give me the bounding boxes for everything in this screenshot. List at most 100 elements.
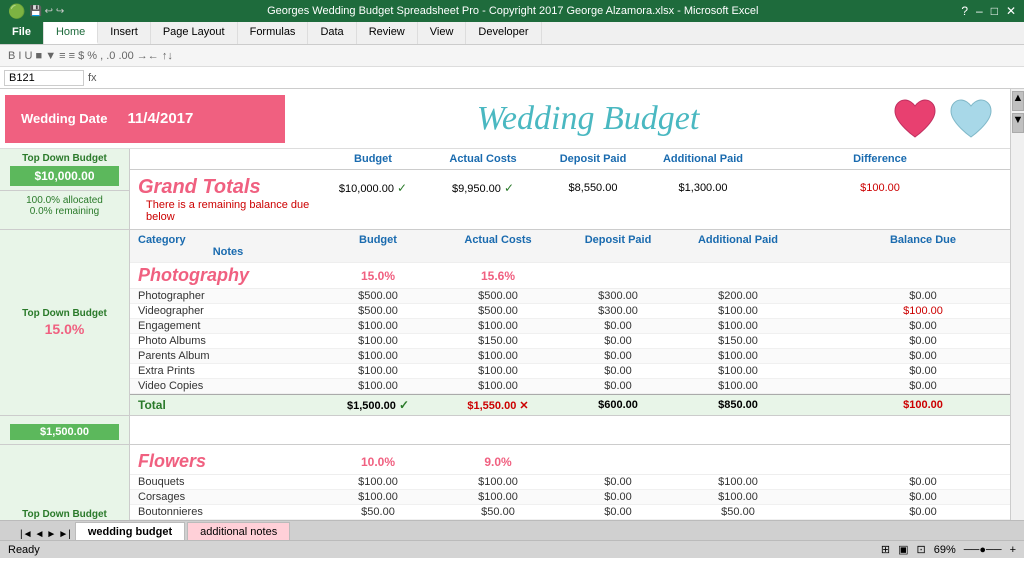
sheet-first[interactable]: |◄ [20, 529, 33, 540]
title-bar-controls: ? – □ ✕ [961, 4, 1016, 18]
tab-review[interactable]: Review [357, 22, 418, 44]
cell-reference-input[interactable] [4, 70, 84, 86]
table-row: Engagement $100.00 $100.00 $0.00 $100.00… [130, 319, 1010, 334]
gt-note: There is a remaining balance due below [138, 199, 318, 223]
photo-sidebar-pct: 15.0% [45, 321, 85, 337]
photo-col-actual: Actual Costs [438, 234, 558, 246]
tab-file[interactable]: File [0, 22, 44, 44]
sheet-next[interactable]: ► [46, 529, 56, 540]
close-button[interactable]: ✕ [1006, 4, 1016, 18]
photo-cat-pct: 15.0% [318, 269, 438, 283]
flowers-header: Top Down Budget 10.0% Flowers 10.0% 9.0%… [0, 445, 1010, 520]
col-header-actual: Actual Costs [428, 153, 538, 165]
photo-budget-bar: $1,500.00 [0, 415, 1010, 444]
zoom-level: 69% [934, 544, 956, 556]
table-row: Extra Prints $100.00 $100.00 $0.00 $100.… [130, 364, 1010, 379]
status-bar: Ready ⊞ ▣ ⊡ 69% ──●── + [0, 540, 1024, 558]
photo-col-notes: Notes [138, 246, 318, 258]
flowers-main: Flowers 10.0% 9.0% Bouquets $100.00 $100… [130, 445, 1010, 520]
top-down-budget-label-1: Top Down Budget [22, 153, 107, 164]
title-bar: 🟢 💾 ↩ ↪ Georges Wedding Budget Spreadshe… [0, 0, 1024, 22]
gt-deposit-val: $8,550.00 [538, 182, 648, 194]
scroll-down[interactable]: ▼ [1012, 113, 1024, 133]
help-icon[interactable]: ? [961, 4, 968, 18]
ribbon-tabs: File Home Insert Page Layout Formulas Da… [0, 22, 1024, 44]
photo-header: Top Down Budget 15.0% Category Budget Ac… [0, 230, 1010, 415]
page-layout-icon[interactable]: ⊞ [881, 543, 890, 556]
scroll-up[interactable]: ▲ [1012, 91, 1024, 111]
grand-totals-label: Grand Totals [138, 176, 318, 199]
tab-insert[interactable]: Insert [98, 22, 151, 44]
sheet-tab-wedding-budget[interactable]: wedding budget [75, 522, 185, 540]
gt-budget-value: $10,000.00 [10, 166, 119, 186]
tab-home[interactable]: Home [44, 22, 98, 44]
gt-col-headers: Budget Actual Costs Deposit Paid Additio… [130, 149, 1010, 170]
photo-main: Category Budget Actual Costs Deposit Pai… [130, 230, 1010, 415]
flowers-cat-actual-pct: 9.0% [438, 455, 558, 469]
tab-formulas[interactable]: Formulas [238, 22, 309, 44]
formula-icon: fx [88, 72, 97, 84]
quick-access-icons: 💾 ↩ ↪ [29, 6, 64, 17]
status-text: Ready [8, 544, 40, 556]
allocation-text: 100.0% allocated [26, 195, 103, 206]
flowers-top-down-label: Top Down Budget [22, 509, 107, 520]
formula-bar: fx [0, 67, 1024, 89]
wedding-date-label: Wedding Date [21, 111, 107, 126]
wb-hearts [891, 95, 995, 143]
heart-icon-light [947, 95, 995, 143]
photo-col-budget: Budget [318, 234, 438, 246]
table-row: Parents Album $100.00 $100.00 $0.00 $100… [130, 349, 1010, 364]
minimize-button[interactable]: – [976, 4, 983, 18]
sheet-last[interactable]: ►| [58, 529, 71, 540]
grand-totals-area: Top Down Budget $10,000.00 100.0% alloca… [0, 149, 1010, 230]
flowers-sidebar: Top Down Budget 10.0% [0, 445, 130, 520]
table-row: Video Copies $100.00 $100.00 $0.00 $100.… [130, 379, 1010, 394]
title-bar-left: 🟢 💾 ↩ ↪ [8, 3, 64, 20]
photo-col-additional: Additional Paid [678, 234, 798, 246]
photo-budget-sidebar: $1,500.00 [0, 416, 130, 444]
flowers-cat-pct: 10.0% [318, 455, 438, 469]
excel-icon: 🟢 [8, 3, 25, 20]
photo-title-row: Photography 15.0% 15.6% [130, 263, 1010, 289]
tab-view[interactable]: View [418, 22, 467, 44]
main-content: Wedding Date 11/4/2017 Wedding Budget [0, 89, 1010, 520]
tab-data[interactable]: Data [308, 22, 356, 44]
normal-view-icon[interactable]: ▣ [898, 543, 908, 556]
right-scrollbar[interactable]: ▲ ▼ [1010, 89, 1024, 520]
table-row: Boutonnieres $50.00 $50.00 $0.00 $50.00 … [130, 505, 1010, 520]
photo-cat-name: Photography [138, 265, 318, 286]
zoom-in[interactable]: + [1010, 544, 1016, 556]
gt-difference-val: $100.00 [758, 182, 1002, 194]
sheet-tab-additional-notes[interactable]: additional notes [187, 522, 290, 540]
maximize-button[interactable]: □ [991, 4, 998, 18]
photography-section: Top Down Budget 15.0% Category Budget Ac… [0, 230, 1010, 445]
status-right: ⊞ ▣ ⊡ 69% ──●── + [881, 543, 1016, 556]
photo-col-headers: Category Budget Actual Costs Deposit Pai… [130, 230, 1010, 263]
sheet-prev[interactable]: ◄ [35, 529, 45, 540]
flowers-section: Top Down Budget 10.0% Flowers 10.0% 9.0%… [0, 445, 1010, 520]
photo-total-row: Total $1,500.00 ✓ $1,550.00 ✕ $600.00 $8… [130, 394, 1010, 415]
col-header-additional: Additional Paid [648, 153, 758, 165]
gt-values-row: Grand Totals $10,000.00 ✓ $9,950.00 ✓ $8… [130, 170, 1010, 229]
tab-developer[interactable]: Developer [466, 22, 541, 44]
ribbon-toolbar: B I U ■ ▼ ≡ ≡ $ % , .0 .00 →← ↑↓ [0, 45, 1024, 67]
table-row: Bouquets $100.00 $100.00 $0.00 $100.00 $… [130, 475, 1010, 490]
zoom-slider[interactable]: ──●── [964, 544, 1002, 556]
gt-actual-val: $9,950.00 ✓ [428, 181, 538, 195]
wb-header: Wedding Date 11/4/2017 Wedding Budget [0, 89, 1010, 149]
photo-col-deposit: Deposit Paid [558, 234, 678, 246]
sheet-tabs: |◄ ◄ ► ►| wedding budget additional note… [0, 520, 1024, 540]
photo-top-down-label: Top Down Budget [22, 308, 107, 319]
tab-page-layout[interactable]: Page Layout [151, 22, 238, 44]
col-header-difference: Difference [758, 153, 1002, 165]
table-row: Photographer $500.00 $500.00 $300.00 $20… [130, 289, 1010, 304]
gt-additional-val: $1,300.00 [648, 182, 758, 194]
formula-input[interactable] [101, 72, 1020, 84]
page-break-icon[interactable]: ⊡ [916, 543, 925, 556]
col-header-deposit: Deposit Paid [538, 153, 648, 165]
col-header-empty [138, 153, 318, 165]
photo-col-category: Category [138, 234, 318, 246]
date-box: Wedding Date 11/4/2017 [5, 95, 285, 143]
toolbar-icons: B I U ■ ▼ ≡ ≡ $ % , .0 .00 →← ↑↓ [8, 50, 173, 62]
gt-budget-val: $10,000.00 ✓ [318, 181, 428, 195]
